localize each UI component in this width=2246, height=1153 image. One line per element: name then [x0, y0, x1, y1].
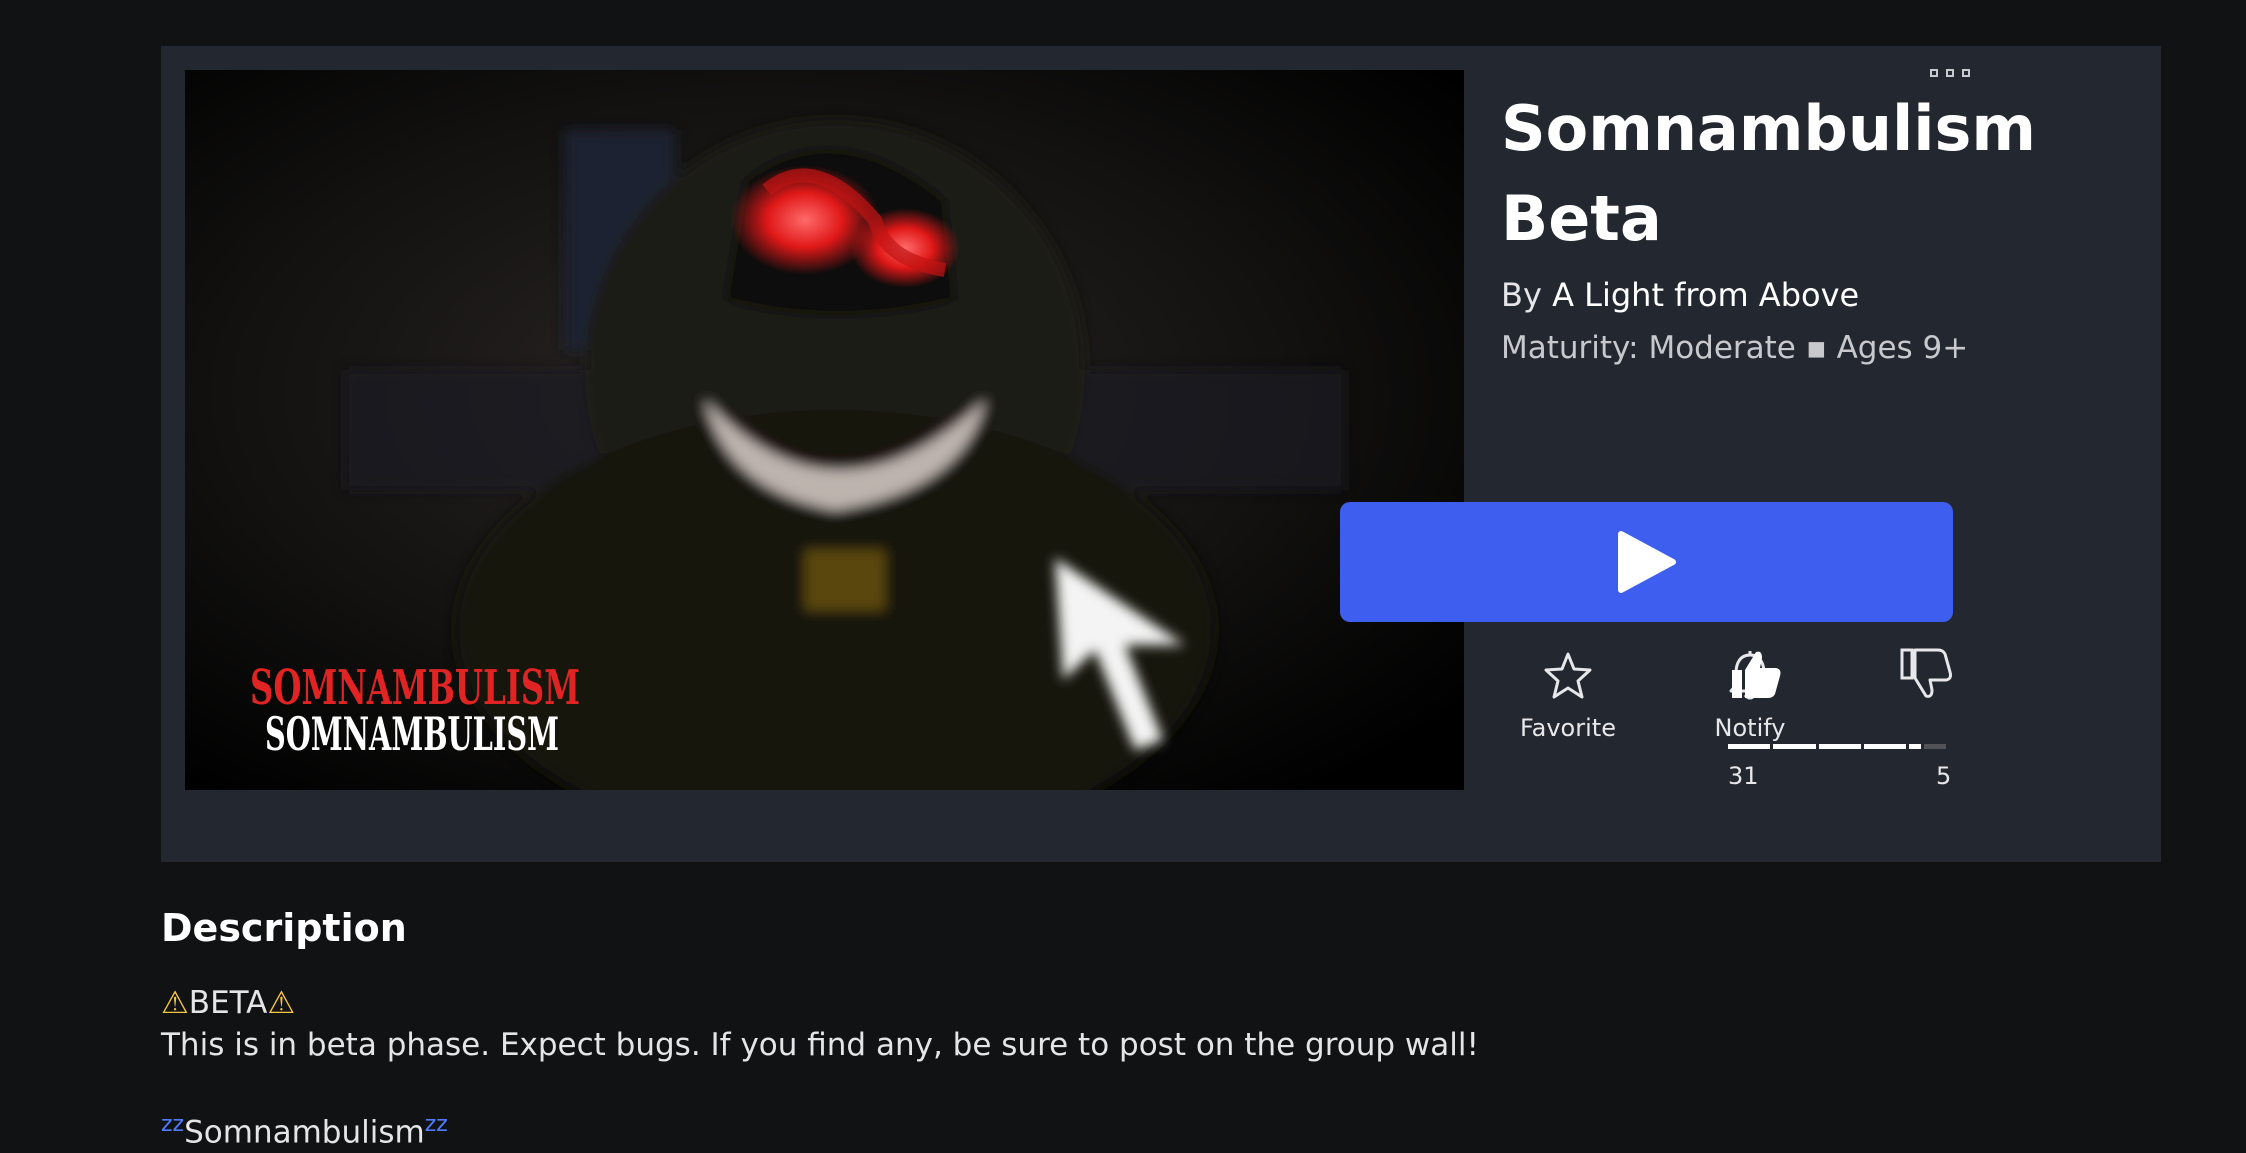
- thumbs-up-icon[interactable]: [1728, 646, 1784, 702]
- game-thumbnail[interactable]: SOMNAMBULISM SOMNAMBULISM: [185, 70, 1464, 790]
- description-subtitle: Somnambulism: [184, 1114, 425, 1151]
- more-dot-icon: [1962, 69, 1970, 77]
- description-section: Description ⚠BETA⚠ This is in beta phase…: [161, 906, 2161, 1153]
- description-heading: Description: [161, 906, 407, 950]
- vote-ratio-bar: [1728, 744, 1946, 749]
- vote-bar-segment: [1818, 744, 1861, 749]
- sleep-zz-icon: zz: [161, 1112, 185, 1137]
- vote-bar-segment: [1773, 744, 1816, 749]
- favorite-button[interactable]: Favorite: [1508, 646, 1628, 742]
- star-icon: [1544, 652, 1592, 699]
- creator-link[interactable]: A Light from Above: [1552, 276, 1859, 314]
- vote-bar-segment: [1863, 744, 1906, 749]
- game-title: Somnambulism Beta: [1501, 92, 2036, 255]
- beta-line: ⚠BETA⚠: [161, 982, 2161, 1024]
- more-options-button[interactable]: [1930, 58, 1970, 88]
- vote-bar-segment: [1728, 744, 1771, 749]
- maturity-rating: Maturity: Moderate ▪ Ages 9+: [1501, 330, 1969, 366]
- thumbnail-artwork: SOMNAMBULISM SOMNAMBULISM: [185, 70, 1464, 790]
- game-info: Somnambulism Beta By A Light from Above …: [1501, 70, 2121, 366]
- thumbnail-logo-white: SOMNAMBULISM: [265, 707, 559, 761]
- thumbs-down-icon[interactable]: [1898, 646, 1954, 702]
- warning-icon: ⚠: [267, 985, 296, 1021]
- beta-label: BETA: [188, 985, 268, 1021]
- vote-bar-segment: [1909, 744, 1921, 749]
- game-details-card: SOMNAMBULISM SOMNAMBULISM Somnambulism B…: [161, 46, 2161, 862]
- creator-line: By A Light from Above: [1501, 276, 2121, 314]
- subtitle-line: zzSomnambulismzz: [161, 1104, 2161, 1153]
- sleep-zz-icon: zz: [424, 1112, 448, 1137]
- play-icon: [1617, 531, 1676, 593]
- notify-label: Notify: [1714, 714, 1786, 742]
- play-button[interactable]: [1340, 502, 1953, 622]
- upvote-count: 31: [1728, 762, 1759, 790]
- creator-prefix: By: [1501, 276, 1542, 314]
- vote-bar-remainder: [1924, 744, 1946, 749]
- more-dot-icon: [1946, 69, 1954, 77]
- more-dot-icon: [1930, 69, 1938, 77]
- warning-icon: ⚠: [161, 985, 189, 1021]
- favorite-label: Favorite: [1520, 714, 1616, 742]
- beta-description: This is in beta phase. Expect bugs. If y…: [161, 1027, 1479, 1063]
- downvote-count: 5: [1936, 762, 1952, 790]
